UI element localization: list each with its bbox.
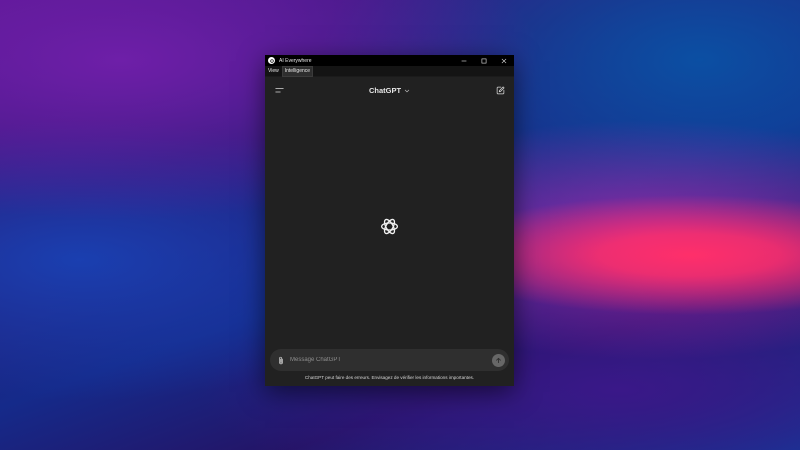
- disclaimer-text: ChatGPT peut faire des erreurs. Envisage…: [304, 375, 475, 380]
- menu-view[interactable]: View: [266, 67, 281, 76]
- message-input[interactable]: [290, 353, 492, 367]
- paperclip-icon: [279, 356, 283, 364]
- title-bar[interactable]: AI Everywhere: [265, 55, 514, 66]
- menu-intelligence[interactable]: Intelligence: [281, 65, 314, 77]
- model-selector[interactable]: ChatGPT: [369, 86, 410, 95]
- new-chat-icon: [496, 86, 504, 95]
- maximize-icon: [481, 58, 487, 63]
- maximize-button[interactable]: [474, 55, 494, 66]
- close-button[interactable]: [494, 55, 514, 66]
- close-icon: [501, 58, 507, 63]
- message-composer: [270, 349, 509, 371]
- app-logo-icon: [268, 57, 275, 64]
- attach-button[interactable]: [276, 355, 286, 365]
- chevron-down-icon: [404, 89, 410, 92]
- new-chat-button[interactable]: [494, 85, 506, 97]
- menu-bar: View Intelligence: [265, 65, 514, 77]
- sidebar-toggle-button[interactable]: [273, 85, 285, 97]
- sidebar-toggle-icon: [274, 88, 284, 93]
- chat-header: ChatGPT: [265, 78, 514, 103]
- app-window: AI Everywhere View Intelligence ChatGPT: [265, 55, 514, 386]
- model-label: ChatGPT: [368, 86, 402, 95]
- send-button[interactable]: [492, 353, 505, 367]
- minimize-button[interactable]: [454, 55, 474, 66]
- minimize-icon: [461, 60, 467, 61]
- window-title: AI Everywhere: [279, 57, 312, 64]
- arrow-up-icon: [496, 357, 501, 363]
- openai-logo-icon: [379, 216, 400, 237]
